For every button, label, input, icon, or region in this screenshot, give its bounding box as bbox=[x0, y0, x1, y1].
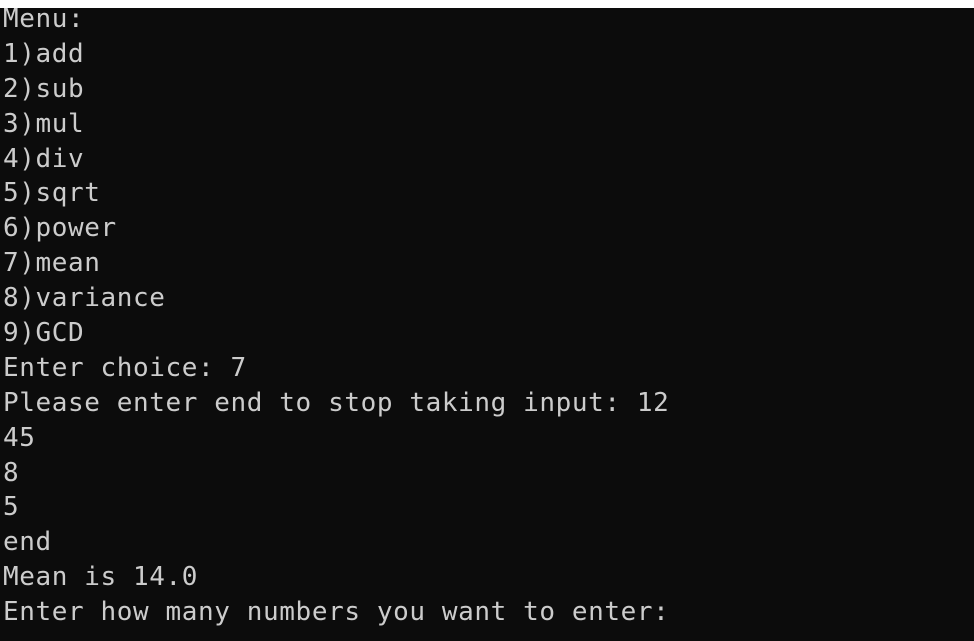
menu-item-mul: 3)mul bbox=[3, 108, 85, 139]
menu-item-add: 1)add bbox=[3, 38, 85, 69]
menu-item-div: 4)div bbox=[3, 143, 85, 174]
menu-item-variance: 8)variance bbox=[3, 283, 166, 314]
input-value-line: 5 bbox=[3, 492, 20, 523]
choice-prompt: Enter choice: 7 bbox=[3, 352, 247, 383]
console-output: Menu: 1)add 2)sub 3)mul 4)div 5)sqrt 6)p… bbox=[3, 8, 669, 630]
console-window[interactable]: Menu: 1)add 2)sub 3)mul 4)div 5)sqrt 6)p… bbox=[0, 8, 974, 641]
menu-item-power: 6)power bbox=[3, 213, 117, 244]
menu-item-sqrt: 5)sqrt bbox=[3, 178, 101, 209]
input-end-line: end bbox=[3, 527, 52, 558]
menu-item-sub: 2)sub bbox=[3, 73, 85, 104]
menu-item-mean: 7)mean bbox=[3, 248, 101, 279]
count-prompt: Enter how many numbers you want to enter… bbox=[3, 597, 670, 628]
input-prompt: Please enter end to stop taking input: 1… bbox=[3, 387, 670, 418]
result-line: Mean is 14.0 bbox=[3, 562, 199, 593]
input-value-line: 8 bbox=[3, 457, 20, 488]
menu-heading: Menu: bbox=[3, 8, 85, 34]
menu-item-gcd: 9)GCD bbox=[3, 318, 85, 349]
input-value-line: 45 bbox=[3, 422, 36, 453]
